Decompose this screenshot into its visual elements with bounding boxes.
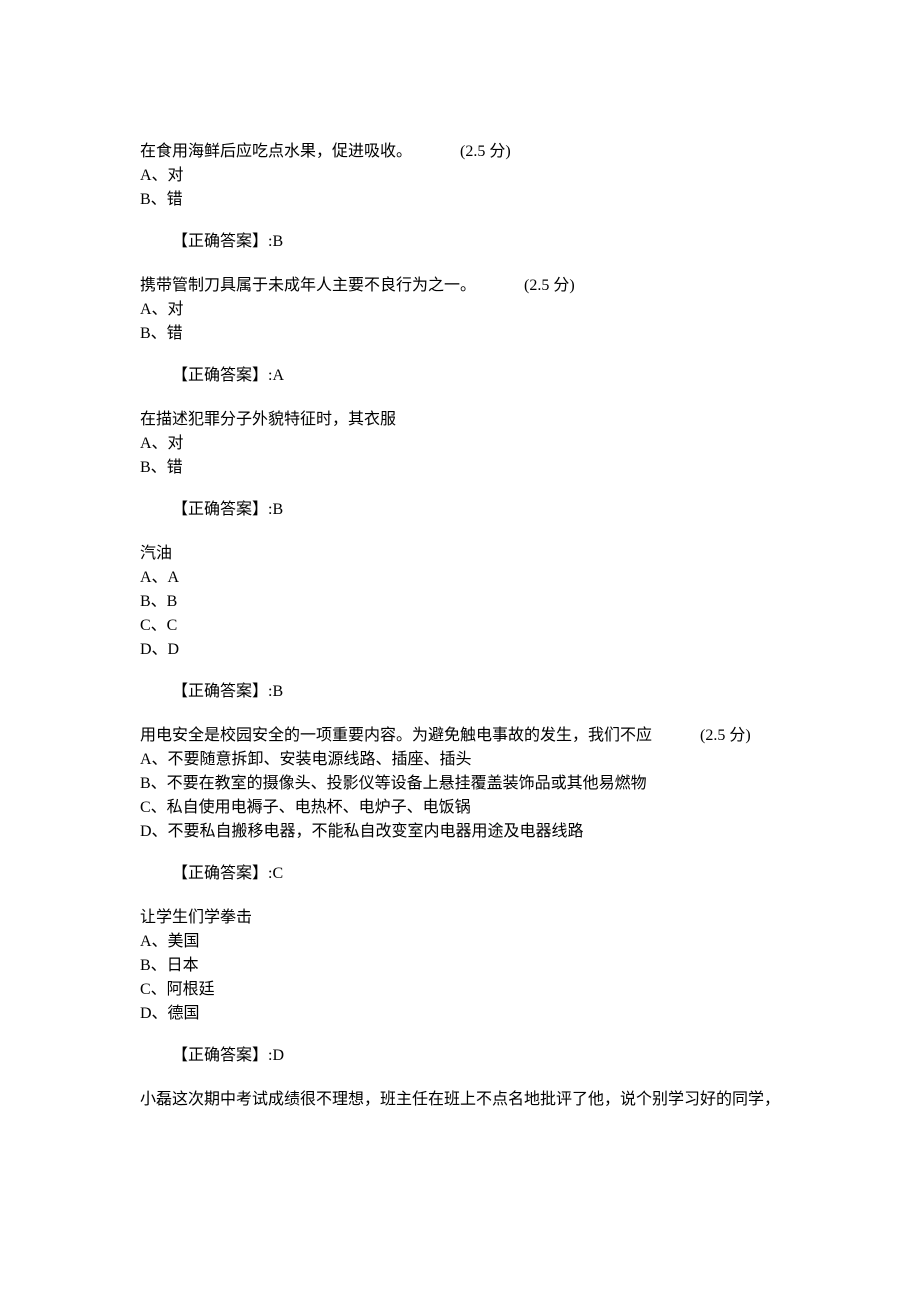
option-c: C、C xyxy=(140,614,780,638)
question-block: 在食用海鲜后应吃点水果，促进吸收。 (2.5 分) A、对 B、错 【正确答案】… xyxy=(140,140,780,254)
option-b: B、不要在教室的摄像头、投影仪等设备上悬挂覆盖装饰品或其他易燃物 xyxy=(140,772,780,796)
option-a: A、对 xyxy=(140,298,780,322)
option-a: A、A xyxy=(140,566,780,590)
correct-answer: 【正确答案】:B xyxy=(172,230,780,254)
option-b: B、错 xyxy=(140,188,780,212)
correct-answer: 【正确答案】:B xyxy=(172,498,780,522)
question-points: (2.5 分) xyxy=(524,274,575,298)
question-block: 让学生们学拳击 A、美国 B、日本 C、阿根廷 D、德国 【正确答案】:D xyxy=(140,906,780,1068)
question-text: 让学生们学拳击 xyxy=(140,906,252,930)
question-row: 用电安全是校园安全的一项重要内容。为避免触电事故的发生，我们不应 (2.5 分) xyxy=(140,724,780,748)
question-text: 在描述犯罪分子外貌特征时，其衣服 xyxy=(140,408,396,432)
question-points: (2.5 分) xyxy=(700,724,751,748)
question-row: 让学生们学拳击 xyxy=(140,906,780,930)
question-row: 在描述犯罪分子外貌特征时，其衣服 xyxy=(140,408,780,432)
question-text: 携带管制刀具属于未成年人主要不良行为之一。 xyxy=(140,274,476,298)
question-points: (2.5 分) xyxy=(460,140,511,164)
option-d: D、D xyxy=(140,638,780,662)
continuation-text: 小磊这次期中考试成绩很不理想，班主任在班上不点名地批评了他，说个别学习好的同学， xyxy=(140,1088,780,1112)
option-a: A、美国 xyxy=(140,930,780,954)
question-text: 汽油 xyxy=(140,542,172,566)
option-d: D、德国 xyxy=(140,1002,780,1026)
question-row: 携带管制刀具属于未成年人主要不良行为之一。 (2.5 分) xyxy=(140,274,780,298)
option-b: B、错 xyxy=(140,456,780,480)
option-d: D、不要私自搬移电器，不能私自改变室内电器用途及电器线路 xyxy=(140,820,780,844)
option-a: A、不要随意拆卸、安装电源线路、插座、插头 xyxy=(140,748,780,772)
question-row: 在食用海鲜后应吃点水果，促进吸收。 (2.5 分) xyxy=(140,140,780,164)
document-page: 在食用海鲜后应吃点水果，促进吸收。 (2.5 分) A、对 B、错 【正确答案】… xyxy=(0,0,920,1302)
correct-answer: 【正确答案】:D xyxy=(172,1044,780,1068)
question-text: 用电安全是校园安全的一项重要内容。为避免触电事故的发生，我们不应 xyxy=(140,724,652,748)
option-b: B、B xyxy=(140,590,780,614)
question-block: 在描述犯罪分子外貌特征时，其衣服 A、对 B、错 【正确答案】:B xyxy=(140,408,780,522)
option-b: B、日本 xyxy=(140,954,780,978)
question-block: 携带管制刀具属于未成年人主要不良行为之一。 (2.5 分) A、对 B、错 【正… xyxy=(140,274,780,388)
option-a: A、对 xyxy=(140,432,780,456)
question-block: 汽油 A、A B、B C、C D、D 【正确答案】:B xyxy=(140,542,780,704)
question-row: 汽油 xyxy=(140,542,780,566)
question-block: 用电安全是校园安全的一项重要内容。为避免触电事故的发生，我们不应 (2.5 分)… xyxy=(140,724,780,886)
correct-answer: 【正确答案】:C xyxy=(172,862,780,886)
correct-answer: 【正确答案】:B xyxy=(172,680,780,704)
correct-answer: 【正确答案】:A xyxy=(172,364,780,388)
option-b: B、错 xyxy=(140,322,780,346)
question-text: 在食用海鲜后应吃点水果，促进吸收。 xyxy=(140,140,412,164)
option-c: C、私自使用电褥子、电热杯、电炉子、电饭锅 xyxy=(140,796,780,820)
option-a: A、对 xyxy=(140,164,780,188)
option-c: C、阿根廷 xyxy=(140,978,780,1002)
